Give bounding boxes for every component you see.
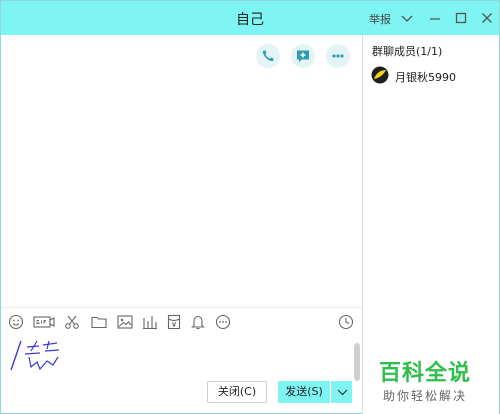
chevron-down-icon xyxy=(337,389,348,396)
message-input[interactable] xyxy=(1,337,362,377)
close-icon[interactable] xyxy=(479,10,495,26)
report-button[interactable]: 举报 xyxy=(369,11,391,27)
maximize-icon[interactable] xyxy=(453,10,469,26)
member-name: 月银秋5990 xyxy=(395,71,456,84)
gif-icon[interactable] xyxy=(33,313,55,331)
more-tools-icon[interactable] xyxy=(214,313,232,331)
emoji-icon[interactable] xyxy=(7,313,25,331)
send-button[interactable]: 发送(S) xyxy=(278,381,330,403)
phone-call-button[interactable] xyxy=(256,44,280,68)
more-icon xyxy=(332,54,344,58)
members-title: 群聊成员(1/1) xyxy=(372,45,443,58)
watermark-subtitle: 助你轻松解决 xyxy=(383,389,468,403)
red-packet-icon[interactable] xyxy=(165,313,183,331)
input-toolbar xyxy=(1,309,362,337)
history-clock-icon[interactable] xyxy=(337,313,355,331)
scissors-icon[interactable] xyxy=(63,313,81,331)
title-bar: 自己 举报 xyxy=(1,1,499,35)
input-scrollbar[interactable] xyxy=(354,343,360,381)
image-icon[interactable] xyxy=(116,313,134,331)
window-title: 自己 xyxy=(236,12,264,28)
message-plus-icon xyxy=(297,50,309,62)
avatar xyxy=(371,66,389,84)
bell-icon[interactable] xyxy=(189,313,207,331)
more-options-button[interactable] xyxy=(326,44,350,68)
add-message-button[interactable] xyxy=(291,44,315,68)
watermark-title: 百科全说 xyxy=(379,361,472,386)
send-options-button[interactable] xyxy=(331,381,352,403)
toolbar-divider xyxy=(1,307,362,308)
chat-window: 自己 举报 群聊成员(1/1) 月银秋5990 关闭(C) 发送(S) 百科全说… xyxy=(0,0,500,414)
minimize-icon[interactable] xyxy=(427,10,443,26)
phone-icon xyxy=(262,50,274,62)
close-button[interactable]: 关闭(C) xyxy=(207,381,267,403)
member-item[interactable]: 月银秋5990 xyxy=(371,66,495,86)
handwriting-drawing xyxy=(10,340,60,371)
chevron-down-icon[interactable] xyxy=(399,10,415,26)
message-area[interactable] xyxy=(1,35,363,307)
chart-icon[interactable] xyxy=(141,313,159,331)
folder-icon[interactable] xyxy=(90,313,108,331)
